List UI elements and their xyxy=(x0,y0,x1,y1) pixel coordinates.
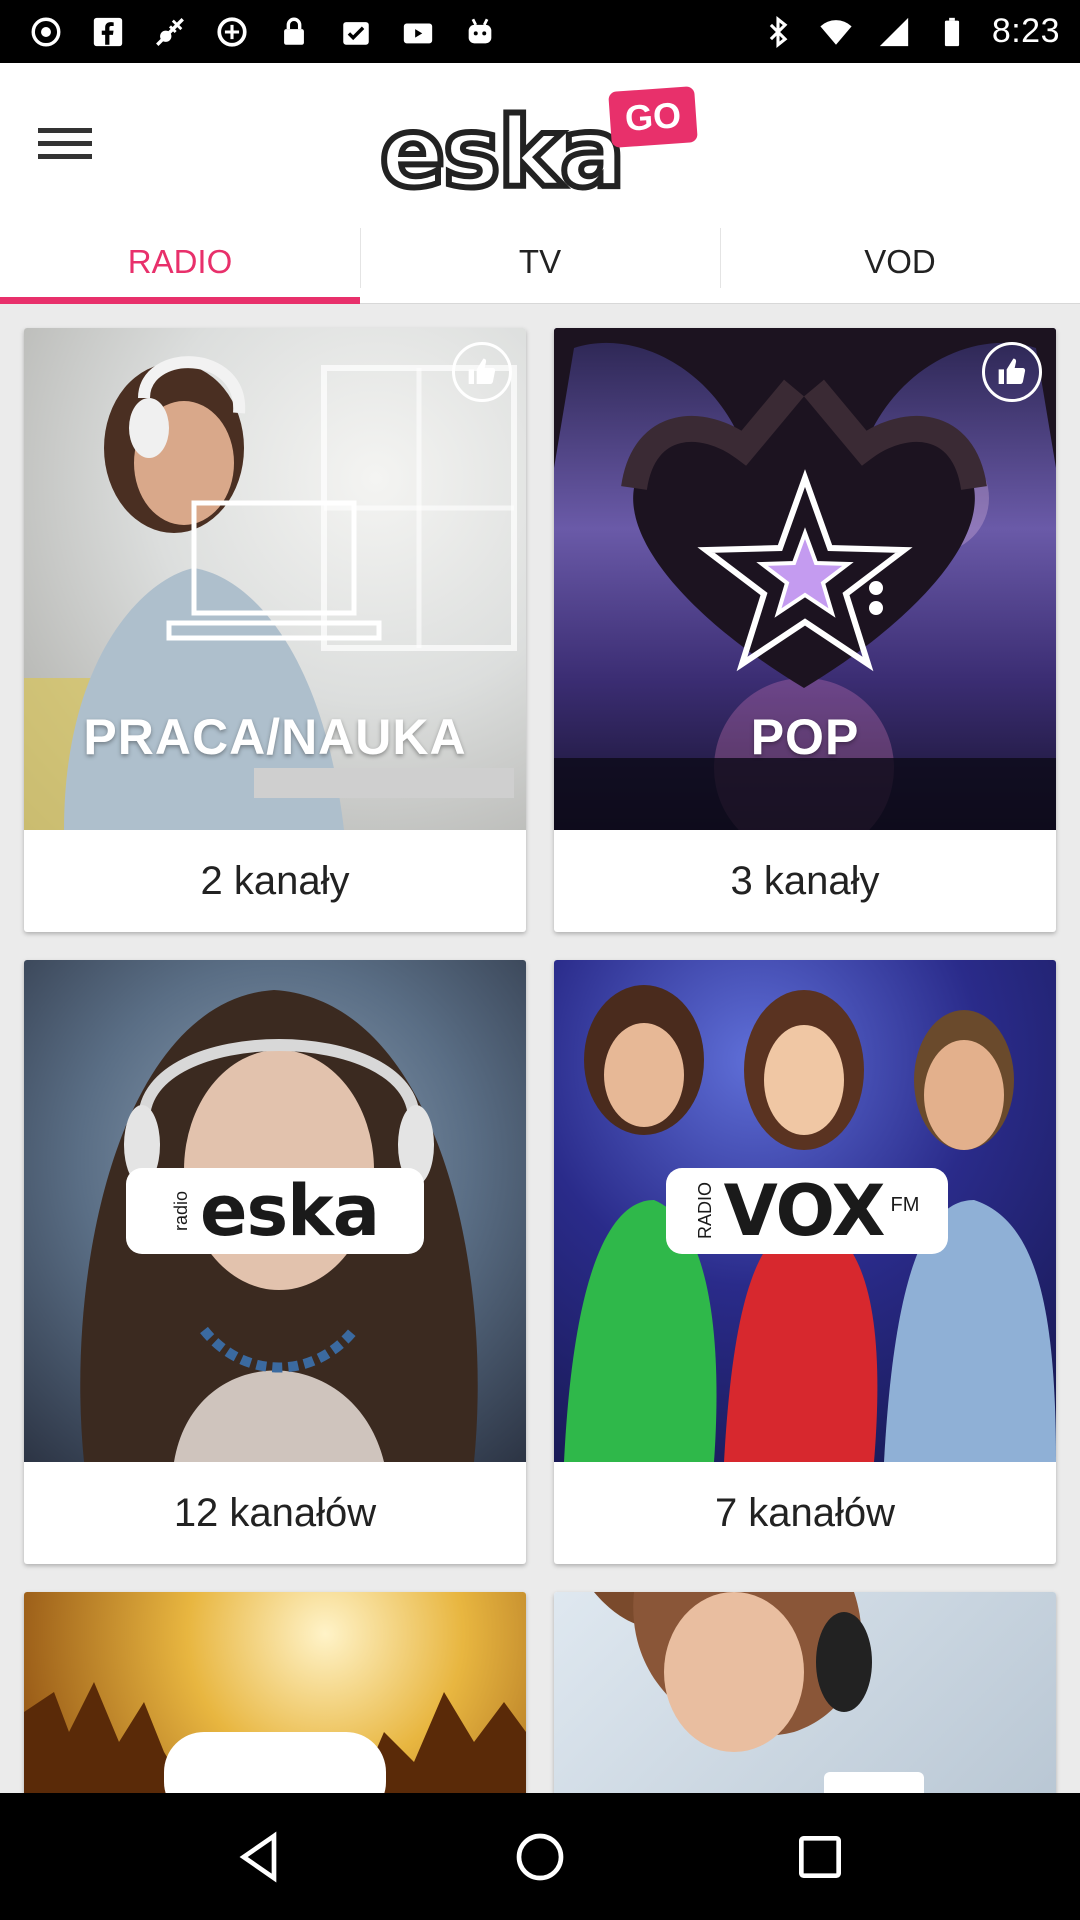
status-bar: 8:23 xyxy=(0,0,1080,63)
radio-eska-logo: radio eska xyxy=(126,1168,424,1254)
card-caption: 7 kanałów xyxy=(714,1490,896,1535)
woman-headphones-photo xyxy=(594,1592,924,1802)
card-image: radio eska xyxy=(24,960,526,1462)
category-card-eska[interactable]: radio eska 12 kanałów xyxy=(24,960,526,1564)
logo-text: eska xyxy=(200,1170,380,1252)
home-icon[interactable] xyxy=(495,1812,585,1902)
android-icon xyxy=(462,14,498,50)
wifi-icon xyxy=(818,14,854,50)
thumbs-up-icon[interactable] xyxy=(452,342,512,402)
card-image xyxy=(24,1592,526,1802)
card-caption: 2 kanały xyxy=(200,858,350,903)
tab-bar: RADIO TV VOD xyxy=(0,220,1080,304)
clock: 8:23 xyxy=(991,12,1060,50)
card-title: PRACA/NAUKA xyxy=(83,709,467,765)
hamburger-menu-icon[interactable] xyxy=(38,113,108,173)
navigation-bar xyxy=(0,1793,1080,1920)
app-header: eska GO xyxy=(0,63,1080,220)
battery-icon xyxy=(934,14,970,50)
card-title: POP xyxy=(750,709,860,765)
status-right-icons: 8:23 xyxy=(760,12,1060,51)
clipboard-check-icon xyxy=(338,14,374,50)
card-image: POP xyxy=(554,328,1056,830)
category-card-vox-fm[interactable]: RADIO VOX FM 7 kanałów xyxy=(554,960,1056,1564)
category-card-pop[interactable]: POP 3 kanały xyxy=(554,328,1056,932)
card-caption: 12 kanałów xyxy=(173,1490,377,1535)
category-card-partial-left[interactable] xyxy=(24,1592,526,1802)
back-icon[interactable] xyxy=(215,1812,305,1902)
recents-icon[interactable] xyxy=(775,1812,865,1902)
card-image xyxy=(554,1592,1056,1802)
screen: 8:23 eska GO RADIO TV VOD PRACA/NAUKA 2 … xyxy=(0,0,1080,1920)
video-play-icon xyxy=(400,14,436,50)
card-image: RADIO VOX FM xyxy=(554,960,1056,1462)
signal-icon xyxy=(876,14,912,50)
status-left-icons xyxy=(28,14,498,50)
logo-badge: GO xyxy=(608,86,698,148)
record-icon xyxy=(28,14,64,50)
card-image: PRACA/NAUKA xyxy=(24,328,526,830)
tab-vod[interactable]: VOD xyxy=(720,220,1080,303)
fake-gps-icon xyxy=(152,14,188,50)
card-caption: 3 kanały xyxy=(730,858,880,903)
radio-vox-fm-logo: RADIO VOX FM xyxy=(666,1168,948,1254)
tab-radio[interactable]: RADIO xyxy=(0,220,360,304)
lock-icon xyxy=(276,14,312,50)
eska-go-logo: eska GO xyxy=(377,85,700,209)
data-saver-icon xyxy=(214,14,250,50)
bluetooth-icon xyxy=(760,14,796,50)
tab-tv[interactable]: TV xyxy=(360,220,720,303)
category-card-partial-right[interactable] xyxy=(554,1592,1056,1802)
category-card-praca-nauka[interactable]: PRACA/NAUKA 2 kanały xyxy=(24,328,526,932)
logo-text: VOX xyxy=(723,1170,886,1252)
logo-suffix: FM xyxy=(890,1194,920,1216)
logo-small-text: RADIO xyxy=(694,1182,715,1240)
logo-small-text: radio xyxy=(171,1190,192,1232)
concert-crowd-photo xyxy=(24,1682,526,1802)
logo-text: eska xyxy=(377,97,628,209)
thumbs-up-icon[interactable] xyxy=(982,342,1042,402)
facebook-icon xyxy=(90,14,126,50)
